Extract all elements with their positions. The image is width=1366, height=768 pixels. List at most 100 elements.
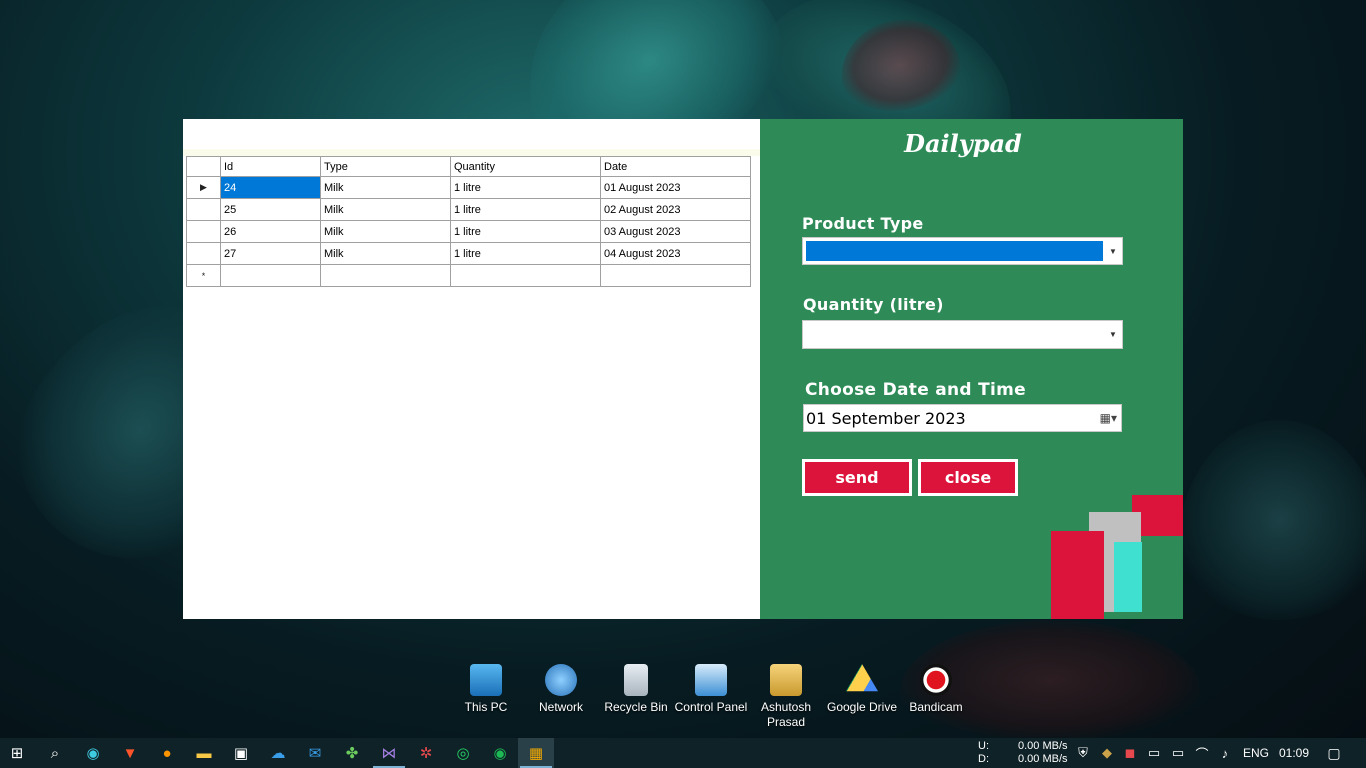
data-grid[interactable]: Id Type Quantity Date ▶ 24 Milk 1 litre … [186,156,751,287]
computer-icon [470,664,502,696]
column-header-quantity[interactable]: Quantity [450,156,601,177]
table-row[interactable]: ▶ 24 Milk 1 litre 01 August 2023 [186,176,751,199]
cell-date[interactable]: 04 August 2023 [600,242,751,265]
column-header-id[interactable]: Id [220,156,321,177]
decor-block [1051,531,1104,619]
cell-date[interactable]: 02 August 2023 [600,198,751,221]
cell-type[interactable]: Milk [320,220,451,243]
date-picker[interactable]: 01 September 2023 ▦▾ [803,404,1122,432]
cell-id[interactable]: 27 [220,242,321,265]
cell-quantity[interactable] [450,264,601,287]
table-row[interactable]: 26 Milk 1 litre 03 August 2023 [186,220,751,243]
cell-type[interactable]: Milk [320,198,451,221]
desktop-icon-network[interactable]: Network [523,664,599,715]
cell-type[interactable]: Milk [320,176,451,199]
date-label: Choose Date and Time [805,380,1026,400]
product-type-select[interactable]: ▼ [802,237,1123,265]
cell-id[interactable]: 26 [220,220,321,243]
desktop-icon-this-pc[interactable]: This PC [448,664,524,715]
product-type-selection [806,241,1103,261]
new-row[interactable]: * [186,264,751,287]
desktop-icon-label: Bandicam [909,700,963,714]
dailypad-app-icon[interactable]: ▦ [520,741,552,768]
cell-id[interactable]: 25 [220,198,321,221]
app-title: Dailypad [904,129,1022,158]
chevron-down-icon[interactable]: ▼ [1104,321,1122,348]
bandicam-icon [920,664,952,696]
taskbar: ⊞ ⌕ ◉ ▼ ● ▬ ▣ ☁ ✉ ✤ ⋈ ✲ ◎ ◉ ▦ U: D: 0.00… [0,738,1366,768]
wallpaper-leaf [1180,420,1366,620]
cell-date[interactable] [600,264,751,287]
edge-icon[interactable]: ◉ [81,741,105,765]
whatsapp-icon[interactable]: ◎ [451,741,475,765]
table-row[interactable]: 25 Milk 1 litre 02 August 2023 [186,198,751,221]
row-header[interactable] [186,198,221,221]
cell-id[interactable] [220,264,321,287]
google-drive-icon [846,664,878,692]
cell-quantity[interactable]: 1 litre [450,198,601,221]
search-icon[interactable]: ⌕ [43,741,67,765]
battery-icon[interactable]: ▭ [1166,741,1190,765]
net-up-label: U: [978,740,989,752]
desktop-icon-google-drive[interactable]: Google Drive [824,664,900,715]
spotify-icon[interactable]: ◉ [488,741,512,765]
cell-quantity[interactable]: 1 litre [450,242,601,265]
store-icon[interactable]: ▣ [229,741,253,765]
file-explorer-icon[interactable]: ▬ [192,741,216,765]
desktop-icon-user-folder[interactable]: Ashutosh Prasad [748,664,824,730]
onedrive-icon[interactable]: ☁ [266,741,290,765]
camera-icon[interactable]: ▭ [1142,741,1166,765]
windows-start-icon[interactable]: ⊞ [5,741,29,765]
net-down-speed: 0.00 MB/s [1018,753,1068,765]
column-header-date[interactable]: Date [600,156,751,177]
current-row-indicator[interactable]: ▶ [186,176,221,199]
cell-type[interactable]: Milk [320,242,451,265]
desktop-icon-recycle-bin[interactable]: Recycle Bin [598,664,674,715]
net-up-speed: 0.00 MB/s [1018,740,1068,752]
network-icon [545,664,577,696]
firefox-icon[interactable]: ● [155,741,179,765]
notification-icon[interactable]: ▢ [1322,741,1346,765]
visual-studio-icon[interactable]: ⋈ [373,741,405,768]
user-folder-icon [770,664,802,696]
grid-panel: Id Type Quantity Date ▶ 24 Milk 1 litre … [183,119,760,619]
cell-quantity[interactable]: 1 litre [450,176,601,199]
shield-icon[interactable]: ⛨ [1071,741,1095,765]
desktop-icon-label: Ashutosh Prasad [760,700,812,729]
xbox-icon[interactable]: ✤ [340,741,364,765]
cell-id[interactable]: 24 [220,176,321,199]
grid-caption-strip [183,149,760,156]
cell-date[interactable]: 03 August 2023 [600,220,751,243]
wifi-icon[interactable]: ⌒ [1190,741,1214,765]
chevron-down-icon[interactable]: ▼ [1104,238,1122,264]
calendar-icon[interactable]: ▦▾ [1100,411,1117,425]
desktop-icon-label: Network [538,700,583,714]
language-indicator[interactable]: ENG [1243,746,1269,760]
send-button[interactable]: send [802,459,912,496]
net-down-label: D: [978,753,989,765]
row-header-corner [186,156,221,177]
desktop-icon-label: This PC [464,700,508,714]
mail-icon[interactable]: ✉ [303,741,327,765]
control-panel-icon [695,664,727,696]
column-header-type[interactable]: Type [320,156,451,177]
brave-icon[interactable]: ▼ [118,741,142,765]
new-row-indicator[interactable]: * [186,264,221,287]
clock[interactable]: 01:09 [1279,746,1309,760]
tray-red-icon[interactable]: ◼ [1118,741,1142,765]
row-header[interactable] [186,242,221,265]
cell-type[interactable] [320,264,451,287]
desktop-icon-bandicam[interactable]: Bandicam [898,664,974,715]
tray-app-icon[interactable]: ◆ [1095,741,1119,765]
quantity-select[interactable]: ▼ [802,320,1123,349]
close-button[interactable]: close [918,459,1018,496]
product-type-label: Product Type [802,214,924,233]
davinci-icon[interactable]: ✲ [414,741,438,765]
table-row[interactable]: 27 Milk 1 litre 04 August 2023 [186,242,751,265]
desktop-icon-label: Recycle Bin [604,700,668,714]
cell-quantity[interactable]: 1 litre [450,220,601,243]
row-header[interactable] [186,220,221,243]
volume-icon[interactable]: ♪ [1213,741,1237,765]
cell-date[interactable]: 01 August 2023 [600,176,751,199]
desktop-icon-control-panel[interactable]: Control Panel [673,664,749,715]
